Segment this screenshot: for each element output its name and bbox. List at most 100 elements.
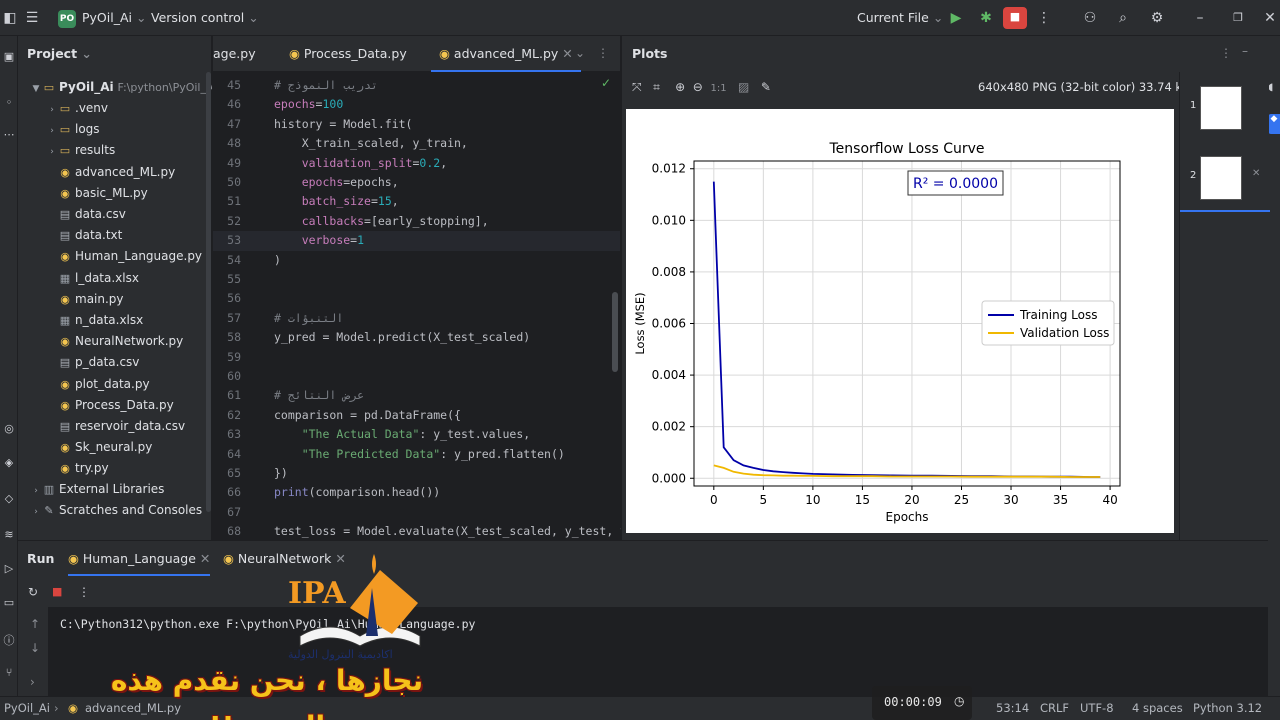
minimize-panel-icon[interactable]: –	[1242, 44, 1248, 58]
code-line[interactable]: 50 epochs=epochs,	[213, 173, 620, 192]
info-tool-icon[interactable]: ⓘ	[2, 632, 16, 647]
code-line[interactable]: 64 "The Predicted Data": y_pred.flatten(…	[213, 445, 620, 464]
tree-item[interactable]: › ▭ logs	[18, 119, 212, 140]
stop-icon[interactable]: ■	[1003, 7, 1027, 29]
commit-tool-icon[interactable]: ◦	[2, 96, 16, 110]
tree-item[interactable]: ▦ l_data.xlsx	[18, 268, 212, 289]
tab-advanced-ml[interactable]: ◉ advanced_ML.py ✕	[431, 36, 581, 72]
tree-scratches[interactable]: › ✎ Scratches and Consoles	[18, 500, 212, 521]
status-position[interactable]: 53:14	[996, 701, 1029, 715]
project-panel-header[interactable]: Project ⌄	[27, 46, 92, 61]
tree-item[interactable]: ◉ Sk_neural.py	[18, 437, 212, 458]
code-line[interactable]: 47 history = Model.fit(	[213, 115, 620, 134]
code-line[interactable]: 52 callbacks=[early_stopping],	[213, 212, 620, 231]
status-encoding[interactable]: UTF-8	[1080, 701, 1114, 715]
restore-icon[interactable]: ❐	[1228, 8, 1248, 28]
code-line[interactable]: 46 epochs=100	[213, 95, 620, 114]
tree-item[interactable]: ◉ Process_Data.py	[18, 395, 212, 416]
tree-item[interactable]: ◉ try.py	[18, 458, 212, 479]
code-line[interactable]: 67	[213, 503, 620, 522]
fit-icon[interactable]: ⤧	[632, 80, 642, 94]
tree-item[interactable]: ▦ n_data.xlsx	[18, 310, 212, 331]
run-tab-human-language[interactable]: ◉ Human_Language ✕	[68, 551, 211, 576]
layers-icon[interactable]: ≋	[2, 528, 16, 542]
tree-external-libraries[interactable]: › ▥ External Libraries	[18, 479, 212, 500]
close-tab-icon[interactable]: ✕	[200, 551, 210, 566]
code-line[interactable]: 59	[213, 348, 620, 367]
tree-item[interactable]: ▤ data.csv	[18, 204, 212, 225]
ai-assistant-icon[interactable]: ◆	[1268, 114, 1280, 134]
tab-process-data[interactable]: ◉ Process_Data.py	[289, 36, 407, 72]
code-line[interactable]: 45 # تدريب النموذج	[213, 76, 620, 95]
status-line-separator[interactable]: CRLF	[1040, 701, 1069, 715]
terminal-tool-icon[interactable]: ▭	[2, 596, 16, 610]
code-line[interactable]: 49 validation_split=0.2,	[213, 154, 620, 173]
project-tool-icon[interactable]: ▣	[2, 50, 16, 64]
tree-item[interactable]: ◉ NeuralNetwork.py	[18, 331, 212, 352]
more-icon[interactable]: ⋮	[597, 46, 609, 60]
code-line[interactable]: 65})	[213, 464, 620, 483]
tree-item[interactable]: › ▭ .venv	[18, 98, 212, 119]
stop-icon[interactable]: ■	[52, 585, 62, 598]
code-line[interactable]: 62 comparison = pd.DataFrame({	[213, 406, 620, 425]
code-line[interactable]: 60	[213, 367, 620, 386]
project-switcher[interactable]: PO PyOil_Ai ⌄	[58, 0, 146, 36]
debug-icon[interactable]: ✱	[976, 8, 996, 28]
tab-partial[interactable]: age.py	[213, 36, 256, 72]
grid-icon[interactable]: ⌗	[653, 80, 660, 94]
search-icon[interactable]: ⌕	[1113, 8, 1133, 28]
code-line[interactable]: 63 "The Actual Data": y_test.values,	[213, 425, 620, 444]
code-line[interactable]: 54)	[213, 251, 620, 270]
close-icon[interactable]: ✕	[1260, 8, 1280, 28]
tree-item[interactable]: ◉ plot_data.py	[18, 374, 212, 395]
project-scrollbar[interactable]	[206, 72, 211, 512]
tree-item[interactable]: ◉ main.py	[18, 289, 212, 310]
tree-item[interactable]: ◉ basic_ML.py	[18, 183, 212, 204]
git-tool-icon[interactable]: ⑂	[2, 666, 16, 680]
code-line[interactable]: 48 X_train_scaled, y_train,	[213, 134, 620, 153]
close-tab-icon[interactable]: ✕	[562, 46, 572, 61]
plot-thumbnail-2[interactable]	[1200, 156, 1242, 200]
tree-item[interactable]: ◉ Human_Language.py	[18, 246, 212, 267]
minimize-icon[interactable]: –	[1190, 8, 1210, 28]
actual-size-button[interactable]: 1:1	[711, 83, 727, 94]
status-project[interactable]: PyOil_Ai	[4, 701, 50, 715]
chevron-right-icon[interactable]: ›	[30, 675, 35, 689]
more-icon[interactable]: ⋮	[78, 585, 90, 599]
code-line[interactable]: 55	[213, 270, 620, 289]
scroll-up-icon[interactable]: ↑	[30, 617, 40, 631]
image-icon[interactable]: ▨	[738, 80, 749, 94]
main-menu-icon[interactable]: ☰	[22, 8, 42, 28]
code-line[interactable]: 61 # عرض النتائج	[213, 386, 620, 405]
editor-scrollbar[interactable]	[612, 292, 618, 372]
more-icon[interactable]: ⋮	[1220, 46, 1232, 60]
code-line[interactable]: 66 print(comparison.head())	[213, 483, 620, 502]
status-interpreter[interactable]: Python 3.12	[1193, 701, 1262, 715]
plot-thumbnail-1[interactable]	[1200, 86, 1242, 130]
version-control-menu[interactable]: Version control ⌄	[151, 0, 259, 36]
tree-item[interactable]: › ▭ results	[18, 140, 212, 161]
structure-tool-icon[interactable]: ⋯	[2, 128, 16, 142]
gear-icon[interactable]: ⚙	[1147, 8, 1167, 28]
color-picker-icon[interactable]: ✎	[761, 80, 771, 94]
run-icon[interactable]: ▶	[946, 8, 966, 28]
code-line[interactable]: 57 # التنبؤات	[213, 309, 620, 328]
more-icon[interactable]: ⋮	[1034, 8, 1054, 28]
run-config-selector[interactable]: Current File ⌄	[857, 0, 943, 36]
code-line[interactable]: 68 test_loss = Model.evaluate(X_test_scal…	[213, 522, 627, 541]
code-line[interactable]: 56	[213, 289, 620, 308]
status-indent[interactable]: 4 spaces	[1132, 701, 1183, 715]
tree-root[interactable]: ▼ ▭ PyOil_Ai F:\python\PyOil_Ai	[18, 77, 212, 98]
rerun-icon[interactable]: ↻	[28, 585, 38, 599]
python-packages-icon[interactable]: ◎	[2, 422, 16, 436]
tree-item[interactable]: ◉ advanced_ML.py	[18, 162, 212, 183]
close-icon[interactable]: ✕	[1252, 168, 1260, 179]
code-line[interactable]: 53 verbose=1	[213, 231, 620, 251]
zoom-in-icon[interactable]: ⊕	[675, 80, 685, 94]
code-line[interactable]: 51 batch_size=15,	[213, 192, 620, 211]
code-line[interactable]: 58 y_pred = Model.predict(X_test_scaled)	[213, 328, 620, 347]
problems-icon[interactable]: ◇	[2, 492, 16, 506]
services-icon[interactable]: ◈	[2, 456, 16, 470]
tree-item[interactable]: ▤ p_data.csv	[18, 352, 212, 373]
scroll-down-icon[interactable]: ↓	[30, 641, 40, 655]
